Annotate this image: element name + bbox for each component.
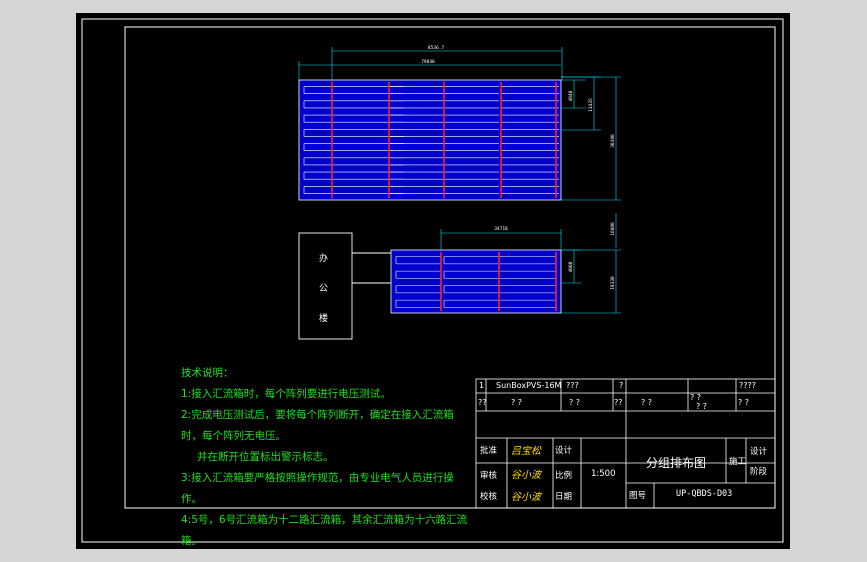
notes-line-1: 1:接入汇流箱时，每个阵列要进行电压测试。 [181, 388, 391, 400]
tb-check-label: 校核 [480, 492, 498, 502]
dim-lower-right-3: 19330 [610, 276, 616, 290]
tb-design2-label: 设计 [750, 447, 768, 457]
tb-row2-e: ? ? [641, 398, 653, 407]
building-label-1: 办 [319, 254, 329, 264]
dim-top-inner: 79840 [421, 59, 435, 65]
dim-top-right-3: 30380 [610, 134, 616, 148]
pv-array-lower [390, 249, 562, 314]
tb-design-label: 设计 [555, 446, 573, 456]
notes-line-2c: 并在断开位置标出警示标志。 [197, 451, 334, 463]
notes-line-2a: 2:完成电压测试后，要将每个阵列断开，确定在接入汇流箱 [181, 409, 454, 421]
cad-drawing-canvas: 8536.7 79840 4040 11435 30380 34718 4000… [76, 13, 790, 549]
notes-line-2b: 时，每个阵列无电压。 [181, 430, 286, 442]
tb-row2-f2: ? ? [696, 402, 708, 411]
tb-row2-c: ? ? [569, 398, 581, 407]
tb-approve-signature: 吕宝松 [511, 446, 541, 457]
tb-row1-index: 1 [479, 381, 485, 390]
tb-row1-material: SunBoxPVS-16M [496, 381, 562, 390]
notes-line-4a: 4:5号，6号汇流箱为十二路汇流箱，其余汇流箱为十六路汇流 [181, 514, 468, 526]
pv-array-top [298, 79, 562, 201]
tb-drawing-no-value: UP-QBDS-D03 [676, 489, 733, 499]
tb-row2-d: ?? [614, 398, 623, 407]
dim-top-overall: 8536.7 [428, 45, 445, 51]
dim-lower-right-1: 4000 [568, 261, 574, 272]
pv-array-top-area [298, 79, 562, 201]
tb-row2-g: ? ? [738, 398, 750, 407]
tb-check-signature: 谷小波 [511, 492, 541, 503]
dim-lower-width: 34718 [494, 226, 508, 232]
tb-row2-b: ? ? [511, 398, 523, 407]
tb-row2-f: ? ? [690, 393, 702, 402]
tb-scale-label: 比例 [555, 471, 573, 481]
tb-drawing-no-label: 图号 [629, 491, 647, 501]
tb-scale-value: 1:500 [591, 469, 616, 479]
notes-line-3a: 3:接入汇流箱要严格按照操作规范，由专业电气人员进行操 [181, 472, 454, 484]
tb-row1-q1: ??? [566, 381, 579, 390]
dim-lower-right-2: 16000 [610, 222, 616, 236]
notes-line-4b: 箱。 [181, 535, 202, 547]
tb-row1-q2: ? [619, 381, 624, 390]
tb-approve-label: 批准 [480, 446, 498, 456]
notes-title: 技术说明： [181, 367, 234, 379]
tb-review-label: 审核 [480, 471, 498, 481]
tb-review-signature: 谷小波 [511, 470, 541, 481]
building-label-2: 公 [319, 284, 329, 294]
notes-line-3b: 作。 [181, 493, 202, 505]
tb-row1-q3: ???? [739, 381, 756, 390]
technical-notes: 技术说明： 1:接入汇流箱时，每个阵列要进行电压测试。 2:完成电压测试后，要将… [181, 363, 481, 549]
tb-drawing-title: 分组排布图 [646, 456, 707, 470]
dim-top-right-2: 11435 [588, 98, 594, 112]
pv-array-lower-area [390, 249, 562, 314]
dim-top-right-1: 4040 [568, 90, 574, 101]
tb-row2-a: ?? [478, 398, 487, 407]
tb-construction-label: 施工 [729, 457, 747, 467]
tb-stage-label: 阶段 [750, 467, 768, 477]
tb-date-label: 日期 [555, 492, 573, 502]
building-label-3: 楼 [319, 314, 329, 324]
